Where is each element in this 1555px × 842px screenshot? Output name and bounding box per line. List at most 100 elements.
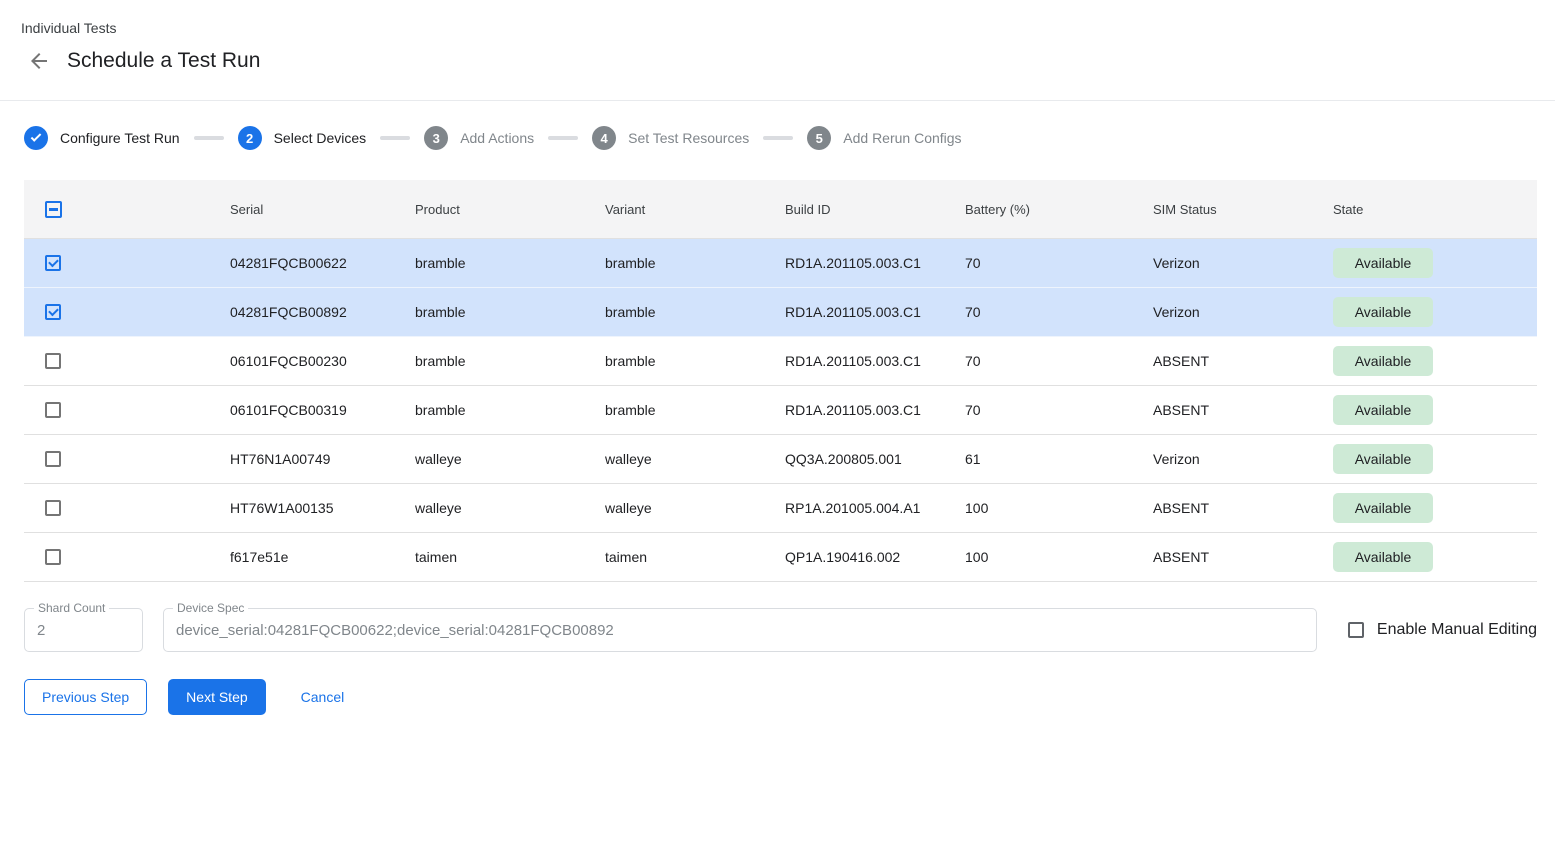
- cell-battery: 70: [965, 402, 1153, 418]
- cell-serial: 04281FQCB00622: [230, 255, 415, 271]
- step-configure-test-run[interactable]: Configure Test Run: [24, 126, 180, 150]
- column-header-variant: Variant: [605, 202, 785, 217]
- cell-build-id: QQ3A.200805.001: [785, 451, 965, 467]
- step-add-rerun-configs[interactable]: 5 Add Rerun Configs: [807, 126, 961, 150]
- cell-serial: 06101FQCB00319: [230, 402, 415, 418]
- column-header-sim-status: SIM Status: [1153, 202, 1333, 217]
- cell-serial: 04281FQCB00892: [230, 304, 415, 320]
- cell-serial: HT76N1A00749: [230, 451, 415, 467]
- step-2-indicator: 2: [238, 126, 262, 150]
- step-3-label: Add Actions: [460, 130, 534, 146]
- cell-serial: 06101FQCB00230: [230, 353, 415, 369]
- shard-count-field[interactable]: Shard Count: [24, 608, 143, 652]
- cell-product: bramble: [415, 353, 605, 369]
- cell-variant: bramble: [605, 255, 785, 271]
- cell-build-id: RD1A.201105.003.C1: [785, 353, 965, 369]
- device-spec-field[interactable]: Device Spec: [163, 608, 1317, 652]
- state-badge: Available: [1333, 395, 1433, 425]
- cell-battery: 70: [965, 255, 1153, 271]
- device-table: Serial Product Variant Build ID Battery …: [24, 180, 1537, 582]
- cell-product: bramble: [415, 255, 605, 271]
- step-1-indicator: [24, 126, 48, 150]
- cell-sim-status: Verizon: [1153, 451, 1333, 467]
- cell-battery: 70: [965, 304, 1153, 320]
- cell-serial: HT76W1A00135: [230, 500, 415, 516]
- table-row[interactable]: 06101FQCB00230 bramble bramble RD1A.2011…: [24, 337, 1537, 386]
- column-header-serial: Serial: [230, 202, 415, 217]
- state-badge: Available: [1333, 493, 1433, 523]
- step-3-indicator: 3: [424, 126, 448, 150]
- step-4-label: Set Test Resources: [628, 130, 749, 146]
- manual-editing-checkbox[interactable]: [1348, 622, 1364, 638]
- cell-build-id: RD1A.201105.003.C1: [785, 255, 965, 271]
- cell-product: walleye: [415, 500, 605, 516]
- table-row[interactable]: f617e51e taimen taimen QP1A.190416.002 1…: [24, 533, 1537, 582]
- cell-product: bramble: [415, 304, 605, 320]
- cell-sim-status: Verizon: [1153, 255, 1333, 271]
- row-checkbox[interactable]: [45, 353, 61, 369]
- next-step-button[interactable]: Next Step: [168, 679, 265, 715]
- cell-sim-status: ABSENT: [1153, 353, 1333, 369]
- cell-battery: 70: [965, 353, 1153, 369]
- state-badge: Available: [1333, 297, 1433, 327]
- row-checkbox[interactable]: [45, 304, 61, 320]
- step-5-label: Add Rerun Configs: [843, 130, 961, 146]
- step-2-label: Select Devices: [274, 130, 367, 146]
- step-1-label: Configure Test Run: [60, 130, 180, 146]
- cell-build-id: RP1A.201005.004.A1: [785, 500, 965, 516]
- cell-sim-status: ABSENT: [1153, 402, 1333, 418]
- cell-product: bramble: [415, 402, 605, 418]
- device-options-form: Shard Count Device Spec Enable Manual Ed…: [24, 608, 1537, 652]
- row-checkbox[interactable]: [45, 402, 61, 418]
- shard-count-input[interactable]: [25, 609, 142, 651]
- cell-variant: walleye: [605, 500, 785, 516]
- table-row[interactable]: 04281FQCB00622 bramble bramble RD1A.2011…: [24, 239, 1537, 288]
- cell-variant: bramble: [605, 402, 785, 418]
- cell-variant: bramble: [605, 304, 785, 320]
- state-badge: Available: [1333, 346, 1433, 376]
- device-spec-label: Device Spec: [173, 601, 248, 615]
- column-header-battery: Battery (%): [965, 202, 1153, 217]
- cell-build-id: QP1A.190416.002: [785, 549, 965, 565]
- stepper-connector: [194, 136, 224, 140]
- stepper-connector: [763, 136, 793, 140]
- step-set-test-resources[interactable]: 4 Set Test Resources: [592, 126, 749, 150]
- back-button[interactable]: [25, 47, 53, 75]
- check-icon: [31, 131, 42, 142]
- state-badge: Available: [1333, 542, 1433, 572]
- table-row[interactable]: HT76W1A00135 walleye walleye RP1A.201005…: [24, 484, 1537, 533]
- row-checkbox[interactable]: [45, 255, 61, 271]
- table-row[interactable]: 04281FQCB00892 bramble bramble RD1A.2011…: [24, 288, 1537, 337]
- cell-serial: f617e51e: [230, 549, 415, 565]
- step-add-actions[interactable]: 3 Add Actions: [424, 126, 534, 150]
- table-header-row: Serial Product Variant Build ID Battery …: [24, 180, 1537, 239]
- table-row[interactable]: 06101FQCB00319 bramble bramble RD1A.2011…: [24, 386, 1537, 435]
- cell-build-id: RD1A.201105.003.C1: [785, 304, 965, 320]
- step-5-indicator: 5: [807, 126, 831, 150]
- table-row[interactable]: HT76N1A00749 walleye walleye QQ3A.200805…: [24, 435, 1537, 484]
- cell-variant: bramble: [605, 353, 785, 369]
- cancel-button[interactable]: Cancel: [284, 679, 362, 715]
- row-checkbox[interactable]: [45, 500, 61, 516]
- cell-build-id: RD1A.201105.003.C1: [785, 402, 965, 418]
- cell-sim-status: ABSENT: [1153, 500, 1333, 516]
- row-checkbox[interactable]: [45, 451, 61, 467]
- page-header: Individual Tests Schedule a Test Run: [0, 0, 1555, 101]
- column-header-build-id: Build ID: [785, 202, 965, 217]
- wizard-actions: Previous Step Next Step Cancel: [24, 679, 1531, 715]
- row-checkbox[interactable]: [45, 549, 61, 565]
- column-header-product: Product: [415, 202, 605, 217]
- cell-product: walleye: [415, 451, 605, 467]
- device-spec-input[interactable]: [164, 609, 1316, 651]
- step-select-devices[interactable]: 2 Select Devices: [238, 126, 367, 150]
- manual-editing-toggle[interactable]: Enable Manual Editing: [1348, 621, 1537, 639]
- breadcrumb: Individual Tests: [21, 20, 1531, 36]
- page-title: Schedule a Test Run: [67, 49, 260, 73]
- cell-battery: 61: [965, 451, 1153, 467]
- stepper: Configure Test Run 2 Select Devices 3 Ad…: [24, 125, 1531, 151]
- cell-sim-status: ABSENT: [1153, 549, 1333, 565]
- stepper-connector: [548, 136, 578, 140]
- previous-step-button[interactable]: Previous Step: [24, 679, 147, 715]
- select-all-checkbox[interactable]: [45, 201, 62, 218]
- cell-variant: walleye: [605, 451, 785, 467]
